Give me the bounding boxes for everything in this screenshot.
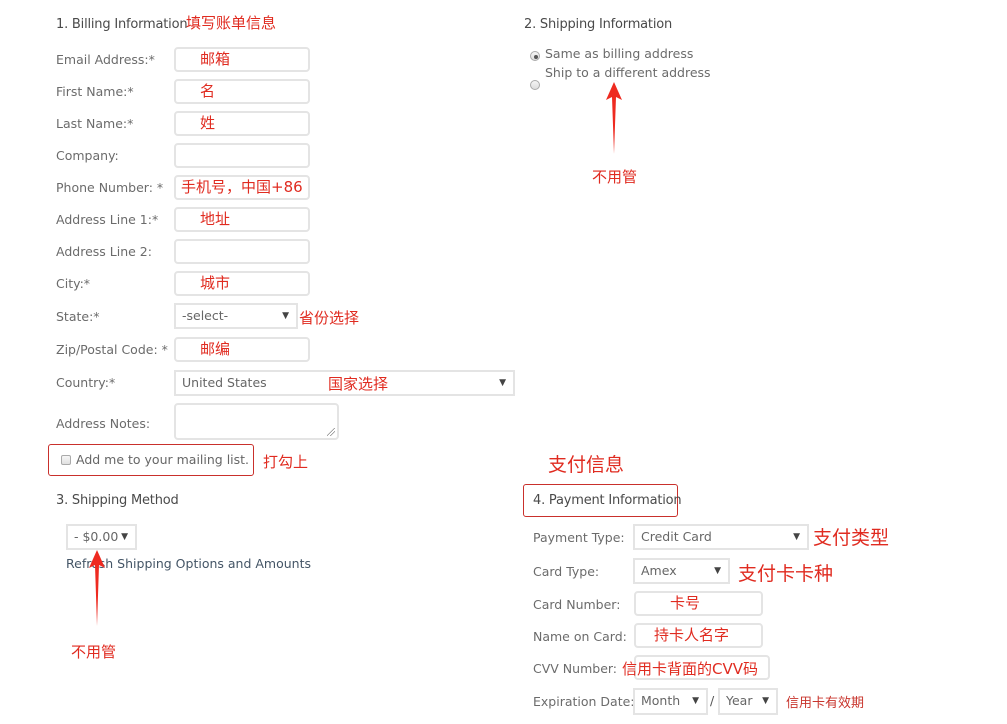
state-label: State:* xyxy=(56,309,100,324)
expiration-year-value: Year xyxy=(726,693,753,708)
expiration-separator: / xyxy=(710,693,715,708)
chevron-down-icon: ▼ xyxy=(121,532,128,542)
billing-heading-annotation: 填写账单信息 xyxy=(186,14,277,32)
chevron-down-icon: ▼ xyxy=(692,696,699,706)
expiration-annotation: 信用卡有效期 xyxy=(786,696,865,711)
country-selected-value: United States xyxy=(182,375,267,390)
card-type-label: Card Type: xyxy=(533,564,600,579)
email-input[interactable]: 邮箱 xyxy=(174,47,310,72)
email-label: Email Address:* xyxy=(56,52,155,67)
cvv-label: CVV Number: xyxy=(533,661,618,676)
billing-heading: 1. Billing Information xyxy=(56,17,188,32)
card-type-selected-value: Amex xyxy=(641,563,677,578)
name-on-card-input[interactable]: 持卡人名字 xyxy=(634,623,763,648)
phone-input[interactable]: 手机号，中国+86 xyxy=(174,175,310,200)
zip-label: Zip/Postal Code: * xyxy=(56,342,168,357)
shipping-method-heading: 3. Shipping Method xyxy=(56,493,179,508)
radio-different-address[interactable] xyxy=(530,80,540,90)
shipping-info-annotation: 不用管 xyxy=(592,168,638,186)
payment-heading: 4. Payment Information xyxy=(533,493,682,508)
first-name-input[interactable]: 名 xyxy=(174,79,310,104)
address-notes-textarea[interactable] xyxy=(174,403,339,440)
state-annotation: 省份选择 xyxy=(299,309,360,327)
shipping-method-selected-value: - $0.00 xyxy=(74,529,119,544)
shipping-info-heading: 2. Shipping Information xyxy=(524,17,673,32)
address-line2-label: Address Line 2: xyxy=(56,244,152,259)
card-type-select[interactable]: Amex ▼ xyxy=(633,558,730,584)
country-annotation: 国家选择 xyxy=(328,375,389,393)
company-label: Company: xyxy=(56,148,119,163)
last-name-input[interactable]: 姓 xyxy=(174,111,310,136)
card-type-annotation: 支付卡卡种 xyxy=(738,563,834,585)
country-label: Country:* xyxy=(56,375,116,390)
payment-section-annotation: 支付信息 xyxy=(548,454,625,476)
name-on-card-label: Name on Card: xyxy=(533,629,627,644)
card-number-label: Card Number: xyxy=(533,597,621,612)
arrow-up-icon xyxy=(87,550,107,628)
chevron-down-icon: ▼ xyxy=(714,566,721,576)
first-name-label: First Name:* xyxy=(56,84,134,99)
expiration-year-select[interactable]: Year ▼ xyxy=(718,688,778,715)
company-input[interactable] xyxy=(174,143,310,168)
chevron-down-icon: ▼ xyxy=(499,378,506,388)
chevron-down-icon: ▼ xyxy=(762,696,769,706)
mailing-list-checkbox[interactable] xyxy=(61,455,71,465)
city-input[interactable]: 城市 xyxy=(174,271,310,296)
radio-same-as-billing[interactable] xyxy=(530,51,540,61)
shipping-method-annotation: 不用管 xyxy=(71,643,117,661)
card-number-input[interactable]: 卡号 xyxy=(634,591,763,616)
cvv-annotation: 信用卡背面的CVV码 xyxy=(622,660,758,678)
different-address-label[interactable]: Ship to a different address xyxy=(545,65,711,80)
address-line1-label: Address Line 1:* xyxy=(56,212,159,227)
expiration-month-select[interactable]: Month ▼ xyxy=(633,688,708,715)
resize-grip-icon[interactable] xyxy=(327,428,335,436)
phone-label: Phone Number: * xyxy=(56,180,164,195)
payment-type-label: Payment Type: xyxy=(533,530,625,545)
state-select[interactable]: -select- ▼ xyxy=(174,303,298,329)
zip-input[interactable]: 邮编 xyxy=(174,337,310,362)
payment-type-annotation: 支付类型 xyxy=(813,527,890,549)
state-selected-value: -select- xyxy=(182,308,229,323)
mailing-list-label[interactable]: Add me to your mailing list. xyxy=(76,452,249,467)
expiration-month-value: Month xyxy=(641,693,681,708)
mailing-list-annotation: 打勾上 xyxy=(263,453,309,471)
chevron-down-icon: ▼ xyxy=(793,532,800,542)
same-as-billing-label[interactable]: Same as billing address xyxy=(545,46,693,61)
address-line1-input[interactable]: 地址 xyxy=(174,207,310,232)
arrow-up-icon xyxy=(604,82,624,156)
shipping-method-select[interactable]: - $0.00 ▼ xyxy=(66,524,137,550)
chevron-down-icon: ▼ xyxy=(282,311,289,321)
expiration-label: Expiration Date: xyxy=(533,694,635,709)
city-label: City:* xyxy=(56,276,91,291)
last-name-label: Last Name:* xyxy=(56,116,134,131)
payment-type-select[interactable]: Credit Card ▼ xyxy=(633,524,809,550)
address-notes-label: Address Notes: xyxy=(56,416,151,431)
payment-type-selected-value: Credit Card xyxy=(641,529,712,544)
address-line2-input[interactable] xyxy=(174,239,310,264)
